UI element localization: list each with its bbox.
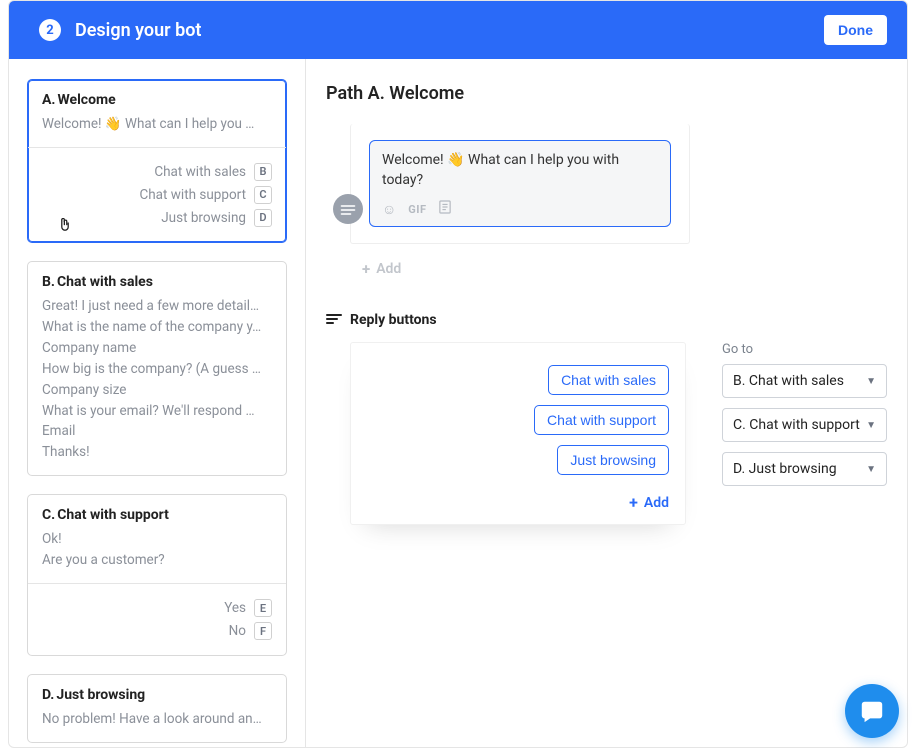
plus-icon: +: [362, 260, 370, 278]
add-message-button[interactable]: + Add: [362, 260, 887, 278]
path-prefix: D.: [42, 687, 54, 703]
path-preview-line: Company name: [42, 338, 272, 359]
path-preview-line: Ok!: [42, 529, 272, 550]
reply-buttons-heading: Reply buttons: [326, 312, 887, 328]
path-preview-line: What is your email? We'll respond …: [42, 401, 272, 422]
reply-chips-panel: Chat with sales Chat with support Just b…: [350, 342, 686, 525]
message-panel: Welcome! 👋 What can I help you with toda…: [350, 124, 690, 244]
path-prefix: A.: [42, 92, 55, 108]
path-prefix: B.: [42, 274, 55, 290]
path-card-just-browsing[interactable]: D.Just browsing No problem! Have a look …: [27, 674, 287, 743]
path-option-badge: C: [254, 186, 272, 204]
path-option-row[interactable]: No F: [42, 622, 272, 640]
path-option-label: Chat with sales: [154, 164, 246, 180]
path-preview-line: Are you a customer?: [42, 550, 272, 571]
path-title-text: Just browsing: [56, 687, 145, 703]
path-option-label: No: [229, 623, 246, 639]
reply-chip-chat-with-sales[interactable]: Chat with sales: [548, 365, 669, 395]
path-card-chat-with-sales[interactable]: B.Chat with sales Great! I just need a f…: [27, 261, 287, 476]
note-icon[interactable]: [439, 200, 451, 218]
path-preview-line: Great! I just need a few more detail…: [42, 296, 272, 317]
path-preview-line: Company size: [42, 380, 272, 401]
path-option-row[interactable]: Just browsing D: [42, 209, 272, 227]
path-title-text: Chat with sales: [57, 274, 153, 290]
reply-chip-just-browsing[interactable]: Just browsing: [557, 445, 669, 475]
step-number-badge: 2: [39, 19, 61, 41]
reply-section-icon: [326, 314, 342, 326]
goto-select-support[interactable]: C. Chat with support ▼: [722, 408, 887, 442]
path-title-text: Chat with support: [57, 507, 169, 523]
emoji-icon[interactable]: ☺: [382, 201, 396, 218]
intercom-launcher[interactable]: [845, 684, 899, 738]
chevron-down-icon: ▼: [866, 376, 876, 387]
path-preview-line: Email: [42, 421, 272, 442]
path-option-badge: B: [254, 163, 272, 181]
reply-chip-chat-with-support[interactable]: Chat with support: [534, 405, 669, 435]
goto-select-sales[interactable]: B. Chat with sales ▼: [722, 364, 887, 398]
plus-icon: +: [629, 493, 638, 512]
paths-sidebar: A.Welcome Welcome! 👋 What can I help you…: [9, 59, 306, 747]
chevron-down-icon: ▼: [866, 420, 876, 431]
path-option-row[interactable]: Chat with sales B: [42, 163, 272, 181]
goto-column: Go to B. Chat with sales ▼ C. Chat with …: [722, 342, 887, 486]
gif-button[interactable]: GIF: [408, 203, 426, 216]
path-card-welcome[interactable]: A.Welcome Welcome! 👋 What can I help you…: [27, 79, 287, 243]
path-option-badge: D: [254, 209, 272, 227]
path-preview-line: No problem! Have a look around an…: [42, 709, 272, 730]
path-option-badge: E: [254, 599, 272, 617]
header-title: Design your bot: [75, 20, 201, 41]
path-option-badge: F: [254, 622, 272, 640]
path-option-row[interactable]: Chat with support C: [42, 186, 272, 204]
chevron-down-icon: ▼: [866, 464, 876, 475]
done-button[interactable]: Done: [824, 15, 887, 45]
header-bar: 2 Design your bot Done: [9, 1, 907, 59]
message-bubble[interactable]: Welcome! 👋 What can I help you with toda…: [369, 140, 671, 227]
bot-avatar-icon: [333, 194, 363, 224]
main-editor: Path A. Welcome Welcome! 👋 What can I he…: [306, 59, 907, 747]
path-option-label: Chat with support: [139, 187, 246, 203]
path-prefix: C.: [42, 507, 55, 523]
path-preview-line: Thanks!: [42, 442, 272, 463]
path-card-chat-with-support[interactable]: C.Chat with support Ok! Are you a custom…: [27, 494, 287, 656]
path-heading: Path A. Welcome: [326, 83, 887, 104]
path-option-row[interactable]: Yes E: [42, 599, 272, 617]
path-preview-line: How big is the company? (A guess …: [42, 359, 272, 380]
path-option-label: Just browsing: [161, 210, 246, 226]
path-title-text: Welcome: [57, 92, 115, 108]
path-option-label: Yes: [224, 600, 246, 616]
goto-label: Go to: [722, 342, 887, 357]
path-preview-line: Welcome! 👋 What can I help you …: [42, 114, 272, 135]
path-preview-line: What is the name of the company y…: [42, 317, 272, 338]
goto-select-browsing[interactable]: D. Just browsing ▼: [722, 452, 887, 486]
add-reply-button[interactable]: + Add: [629, 493, 669, 512]
message-text: Welcome! 👋 What can I help you with toda…: [382, 151, 658, 190]
